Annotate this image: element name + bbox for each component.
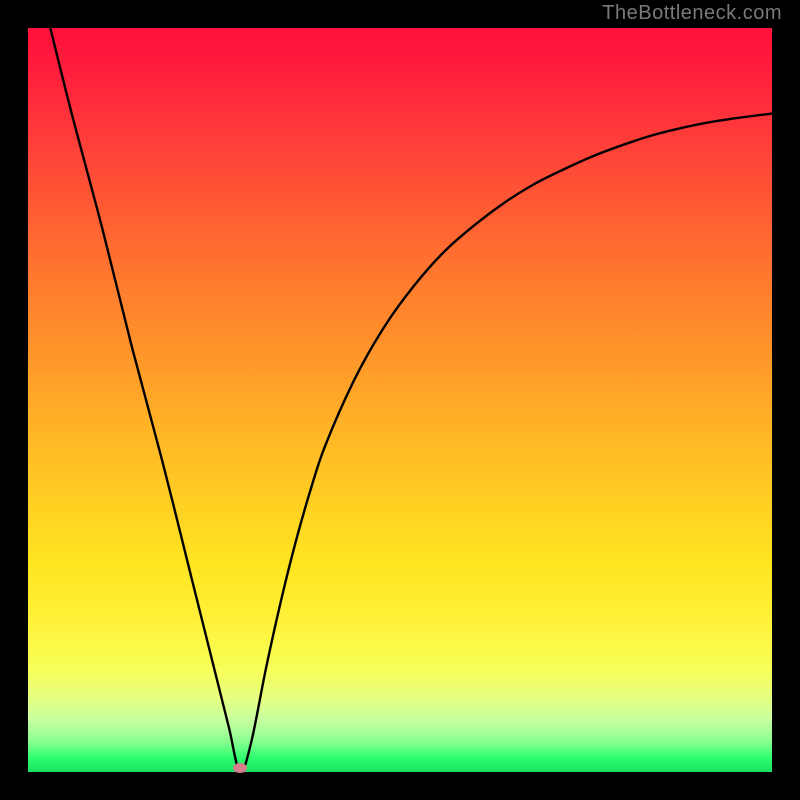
chart-frame: TheBottleneck.com [0, 0, 800, 800]
curve-svg [28, 28, 772, 772]
watermark-text: TheBottleneck.com [602, 2, 782, 25]
bottleneck-curve [50, 28, 772, 772]
min-point-marker [233, 763, 247, 773]
plot-area [28, 28, 772, 772]
